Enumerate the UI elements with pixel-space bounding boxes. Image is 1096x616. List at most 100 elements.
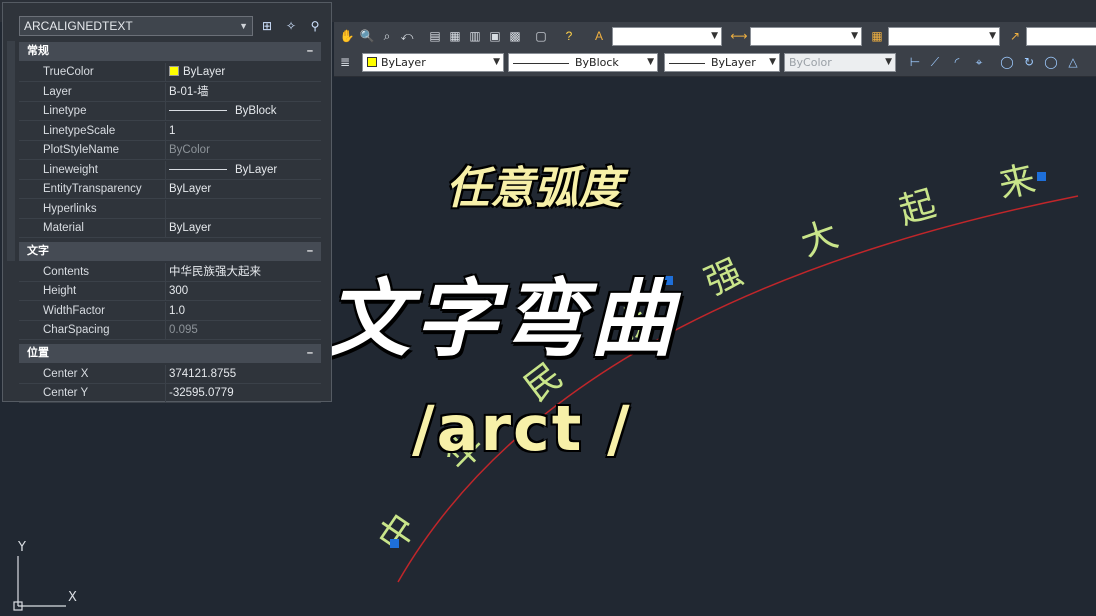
column-divider bbox=[165, 282, 166, 301]
property-value-text: ByLayer bbox=[169, 222, 212, 234]
line-preview bbox=[169, 168, 227, 170]
property-row[interactable]: Layer B-01-墙 bbox=[19, 82, 321, 102]
arc-text-char: 起 bbox=[895, 183, 941, 232]
properties-palette: ARCALIGNEDTEXT ▼ ⊞ ✧ ⚲ 常规 – TrueColor ByLay… bbox=[2, 2, 332, 403]
ucs-x-label: X bbox=[68, 590, 77, 605]
category-title: 文字 bbox=[27, 244, 49, 257]
category-header[interactable]: 位置 – bbox=[19, 343, 321, 363]
column-divider bbox=[165, 63, 166, 82]
property-row[interactable]: Height 300 bbox=[19, 282, 321, 301]
property-row[interactable]: Lineweight ByLayer bbox=[19, 160, 321, 180]
property-value-text: 0.095 bbox=[169, 324, 198, 336]
property-value[interactable]: ByLayer bbox=[169, 161, 319, 180]
property-row[interactable]: PlotStyleName ByColor bbox=[19, 141, 321, 160]
property-row[interactable]: Linetype ByBlock bbox=[19, 102, 321, 121]
property-value[interactable]: 1.0 bbox=[169, 302, 319, 321]
color-swatch bbox=[169, 66, 179, 76]
property-value[interactable]: ByBlock bbox=[169, 102, 319, 121]
select-objects-icon[interactable]: ✧ bbox=[283, 18, 299, 34]
property-name: TrueColor bbox=[43, 66, 94, 78]
arc-text-char: 来 bbox=[995, 159, 1039, 207]
category-header[interactable]: 常规 – bbox=[19, 42, 321, 61]
property-name: CharSpacing bbox=[43, 324, 110, 336]
property-value-text: 300 bbox=[169, 285, 189, 297]
property-value-text: ByLayer bbox=[235, 163, 278, 176]
property-row[interactable]: CharSpacing 0.095 bbox=[19, 321, 321, 340]
property-row[interactable]: LinetypeScale 1 bbox=[19, 121, 321, 141]
category-header[interactable]: 文字 – bbox=[19, 241, 321, 261]
property-value-text: ByBlock bbox=[235, 105, 277, 117]
property-row[interactable]: TrueColor ByLayer bbox=[19, 63, 321, 82]
property-row[interactable]: Contents 中华民族强大起来 bbox=[19, 262, 321, 282]
property-value[interactable]: ByLayer bbox=[169, 180, 319, 199]
property-value[interactable]: ByLayer bbox=[169, 219, 319, 238]
collapse-icon[interactable]: – bbox=[307, 344, 313, 363]
property-row[interactable]: Center Y -32595.0779 bbox=[19, 384, 321, 403]
property-value-text: ByColor bbox=[169, 144, 210, 156]
overlay-subtitle: 任意弧度 bbox=[446, 163, 622, 214]
column-divider bbox=[165, 141, 166, 160]
ucs-icon bbox=[13, 556, 66, 611]
object-type-combo[interactable]: ARCALIGNEDTEXT ▼ bbox=[19, 16, 253, 36]
overlay-command: /arct / bbox=[412, 392, 632, 465]
property-name: Height bbox=[43, 285, 77, 297]
column-divider bbox=[165, 321, 166, 340]
property-name: Material bbox=[43, 222, 84, 234]
grip-start[interactable] bbox=[390, 539, 399, 548]
property-value-text: 374121.8755 bbox=[169, 367, 237, 380]
property-row[interactable]: Center X 374121.8755 bbox=[19, 364, 321, 384]
palette-header: ARCALIGNEDTEXT ▼ ⊞ ✧ ⚲ bbox=[3, 3, 331, 39]
property-value[interactable]: 中华民族强大起来 bbox=[169, 263, 319, 282]
column-divider bbox=[165, 262, 166, 282]
property-value[interactable]: 0.095 bbox=[169, 321, 319, 340]
object-type-value: ARCALIGNEDTEXT bbox=[24, 19, 133, 33]
property-value[interactable]: -32595.0779 bbox=[169, 384, 319, 403]
property-value[interactable]: ByLayer bbox=[169, 63, 319, 82]
property-value[interactable]: 1 bbox=[169, 122, 319, 141]
property-name: Lineweight bbox=[43, 163, 98, 176]
property-value[interactable]: 300 bbox=[169, 282, 319, 301]
column-divider bbox=[165, 82, 166, 102]
property-value[interactable]: ByColor bbox=[169, 141, 319, 160]
property-name: Layer bbox=[43, 85, 72, 98]
overlay-title: 文字弯曲 bbox=[326, 270, 679, 368]
column-divider bbox=[165, 102, 166, 121]
property-value-text: B-01-墙 bbox=[169, 85, 209, 98]
collapse-icon[interactable]: – bbox=[307, 242, 313, 261]
grip-end[interactable] bbox=[1037, 172, 1046, 181]
collapse-icon[interactable]: – bbox=[307, 42, 313, 61]
property-row[interactable]: EntityTransparency ByLayer bbox=[19, 180, 321, 199]
property-name: PlotStyleName bbox=[43, 144, 120, 156]
column-divider bbox=[165, 301, 166, 321]
category-title: 位置 bbox=[27, 346, 49, 359]
property-value[interactable]: B-01-墙 bbox=[169, 83, 319, 102]
property-name: Linetype bbox=[43, 105, 87, 117]
arc-text-char: 大 bbox=[796, 214, 844, 265]
category-title: 常规 bbox=[27, 45, 49, 57]
property-row[interactable]: Material ByLayer bbox=[19, 219, 321, 238]
property-name: Center X bbox=[43, 367, 89, 380]
property-value-text: 1.0 bbox=[169, 304, 185, 317]
property-value-text: 1 bbox=[169, 124, 176, 137]
ucs-y-label: Y bbox=[18, 540, 26, 555]
property-value-text: -32595.0779 bbox=[169, 387, 234, 399]
property-value-text: 中华民族强大起来 bbox=[169, 265, 261, 278]
line-preview bbox=[169, 110, 227, 112]
column-divider bbox=[165, 160, 166, 180]
palette-title-strip[interactable] bbox=[7, 41, 15, 261]
column-divider bbox=[165, 364, 166, 384]
property-name: Center Y bbox=[43, 387, 89, 399]
property-name: WidthFactor bbox=[43, 304, 105, 317]
property-value-text: ByLayer bbox=[183, 66, 226, 78]
toggle-pickadd-icon[interactable]: ⊞ bbox=[259, 18, 275, 34]
property-row[interactable]: WidthFactor 1.0 bbox=[19, 301, 321, 321]
property-name: EntityTransparency bbox=[43, 183, 142, 195]
property-value-text: ByLayer bbox=[169, 183, 212, 195]
arc-text-char: 强 bbox=[699, 252, 749, 304]
property-value[interactable]: 374121.8755 bbox=[169, 365, 319, 384]
property-row[interactable]: Hyperlinks bbox=[19, 199, 321, 219]
quick-select-icon[interactable]: ⚲ bbox=[307, 18, 323, 34]
property-value[interactable] bbox=[169, 200, 319, 219]
property-name: Hyperlinks bbox=[43, 202, 97, 215]
property-name: Contents bbox=[43, 265, 90, 278]
